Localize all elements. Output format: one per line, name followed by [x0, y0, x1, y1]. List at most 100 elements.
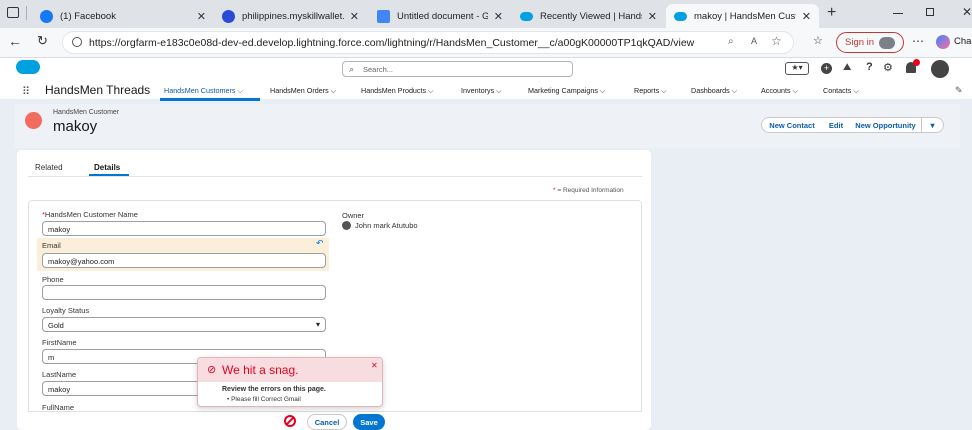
- nav-item-label: Reports: [634, 86, 660, 95]
- nav-item-dashboards[interactable]: Dashboards ⌵: [691, 86, 737, 96]
- nav-item-handsmen-customers[interactable]: HandsMen Customers ⌵: [164, 86, 243, 96]
- customer-name-label-text: HandsMen Customer Name: [44, 210, 138, 219]
- error-icon: ⊘: [207, 364, 217, 376]
- error-popover-header: ⊘ We hit a snag. ✕: [198, 358, 382, 382]
- close-window-icon[interactable]: ✕: [962, 5, 972, 19]
- browser-tab[interactable]: Untitled document - Google ✕: [369, 4, 511, 28]
- owner-avatar: [342, 221, 351, 230]
- error-bullet: • Please fill Correct Gmail: [227, 396, 301, 403]
- new-tab-icon[interactable]: +: [827, 4, 836, 22]
- browser-tab-strip: (1) Facebook ✕ philippines.myskillwallet…: [0, 0, 972, 28]
- minimize-icon[interactable]: [893, 13, 903, 14]
- salesforce-cloud-icon: [674, 11, 687, 21]
- global-search-input[interactable]: ⌕ Search...: [342, 61, 573, 77]
- nav-item-label: Dashboards: [691, 86, 730, 95]
- nav-item-accounts[interactable]: Accounts ⌵: [761, 86, 798, 96]
- address-bar[interactable]: https://orgfarm-e183c0e08d-dev-ed.develo…: [62, 31, 794, 54]
- close-icon[interactable]: ✕: [371, 361, 378, 370]
- zoom-icon[interactable]: ⌕: [728, 36, 734, 47]
- customer-name-label: *HandsMen Customer Name: [42, 210, 138, 219]
- edit-label: Edit: [828, 120, 844, 130]
- browser-tab-active[interactable]: makoy | HandsMen Custon ✕: [666, 4, 819, 28]
- customer-name-input[interactable]: makoy: [42, 221, 326, 236]
- search-icon: ⌕: [349, 64, 355, 74]
- nav-item-marketing-campaigns[interactable]: Marketing Campaigns ⌵: [528, 86, 605, 96]
- undo-icon[interactable]: ↶: [316, 238, 324, 249]
- record-object-icon: [25, 112, 42, 129]
- nav-item-label: HandsMen Products: [361, 86, 427, 95]
- favorites-bar-icon[interactable]: ☆: [813, 34, 823, 47]
- more-options-icon[interactable]: ⋯: [912, 34, 924, 48]
- favorites-icon[interactable]: ★▾: [785, 62, 809, 75]
- back-icon[interactable]: ←: [8, 33, 22, 49]
- avatar: [879, 36, 896, 49]
- favorite-star-icon[interactable]: ☆: [771, 34, 782, 48]
- facebook-icon: [40, 9, 53, 23]
- docs-icon: [377, 9, 390, 23]
- help-icon[interactable]: ?: [866, 61, 873, 73]
- close-icon[interactable]: ✕: [648, 10, 657, 23]
- loyalty-status-value: Gold: [48, 321, 64, 330]
- nav-item-inventorys[interactable]: Inventorys ⌵: [461, 86, 502, 96]
- tab-related[interactable]: Related: [35, 163, 63, 172]
- close-icon[interactable]: ✕: [802, 10, 811, 23]
- close-icon[interactable]: ✕: [350, 10, 359, 23]
- nav-item-handsmen-orders[interactable]: HandsMen Orders ⌵: [270, 86, 336, 96]
- save-label: Save: [360, 417, 378, 427]
- loyalty-status-select[interactable]: Gold ▾: [42, 317, 326, 332]
- copilot-label: Cha: [954, 36, 972, 47]
- browser-toolbar: ← ↻ https://orgfarm-e183c0e08d-dev-ed.de…: [0, 28, 972, 58]
- edit-nav-pencil-icon[interactable]: ✎: [955, 85, 963, 96]
- record-object-label: HandsMen Customer: [53, 109, 120, 116]
- close-icon[interactable]: ✕: [197, 10, 206, 23]
- user-avatar[interactable]: [931, 60, 949, 78]
- copilot-icon[interactable]: [936, 35, 950, 49]
- global-actions-icon[interactable]: +: [821, 63, 832, 74]
- loyalty-status-label: Loyalty Status: [42, 306, 90, 315]
- cancel-label: Cancel: [314, 417, 340, 427]
- nav-item-reports[interactable]: Reports ⌵: [634, 86, 667, 96]
- sign-in-button[interactable]: Sign in: [836, 32, 904, 53]
- more-actions-dropdown[interactable]: ▾: [921, 117, 944, 133]
- browser-tab[interactable]: Recently Viewed | HandsMen ✕: [512, 4, 665, 28]
- record-header: HandsMen Customer makoy New Contact Edit…: [15, 104, 960, 148]
- required-marker: *: [553, 187, 556, 194]
- nav-item-label: HandsMen Customers: [164, 86, 236, 95]
- close-icon[interactable]: ✕: [494, 10, 503, 23]
- owner-value[interactable]: John mark Atutubo: [355, 221, 418, 230]
- app-name: HandsMen Threads: [45, 83, 151, 97]
- refresh-icon[interactable]: ↻: [37, 33, 48, 49]
- save-button[interactable]: Save: [353, 414, 385, 430]
- nav-item-label: Inventorys: [461, 86, 495, 95]
- phone-input[interactable]: [42, 285, 326, 300]
- site-info-icon[interactable]: [72, 37, 82, 47]
- email-field[interactable]: makoy@yahoo.com: [42, 253, 326, 268]
- nav-item-handsmen-products[interactable]: HandsMen Products ⌵: [361, 86, 434, 96]
- trailhead-icon[interactable]: ⛰: [843, 62, 851, 73]
- salesforce-global-header: ⌕ Search... ★▾ + ⛰ ? ⚙: [0, 58, 972, 80]
- error-popover: ⊘ We hit a snag. ✕ Review the errors on …: [197, 357, 383, 407]
- new-opportunity-button[interactable]: New Opportunity: [850, 117, 922, 133]
- browser-tab[interactable]: philippines.myskillwallet.ai ✕: [214, 4, 367, 28]
- tab-details[interactable]: Details: [94, 163, 120, 172]
- nav-item-label: Contacts: [823, 86, 852, 95]
- search-placeholder: Search...: [363, 65, 394, 74]
- salesforce-cloud-icon: [520, 11, 533, 21]
- chevron-down-icon: ▾: [315, 320, 320, 329]
- read-aloud-icon[interactable]: A: [751, 36, 757, 46]
- lastname-label: LastName: [42, 370, 77, 379]
- browser-tab[interactable]: (1) Facebook ✕: [32, 4, 214, 28]
- new-opportunity-label: New Opportunity: [855, 120, 916, 130]
- setup-gear-icon[interactable]: ⚙: [883, 61, 893, 74]
- browser-tab-title: (1) Facebook: [60, 10, 116, 22]
- nav-item-contacts[interactable]: Contacts ⌵: [823, 86, 859, 96]
- browser-tab-title: philippines.myskillwallet.ai: [242, 10, 344, 22]
- tab-actions-icon[interactable]: [7, 7, 19, 18]
- restore-icon[interactable]: [926, 8, 934, 16]
- app-launcher-icon[interactable]: ⠿: [22, 85, 30, 98]
- new-contact-button[interactable]: New Contact: [761, 117, 823, 133]
- cancel-button[interactable]: Cancel: [307, 414, 347, 430]
- edit-button[interactable]: Edit: [822, 117, 851, 133]
- error-title: We hit a snag.: [222, 363, 299, 377]
- notification-badge: [913, 59, 920, 66]
